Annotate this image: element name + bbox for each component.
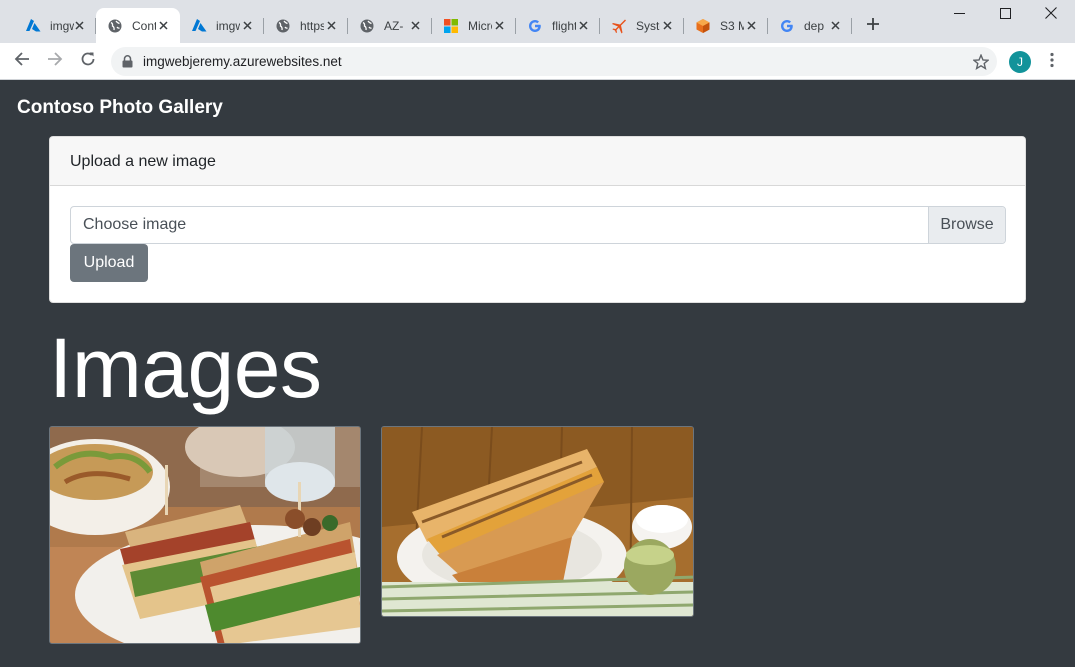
microsoft-icon [443, 18, 459, 34]
close-tab-icon[interactable] [660, 18, 674, 32]
gallery-image-1[interactable] [49, 426, 361, 644]
tab-title: Contoso Photo Gallery [132, 18, 156, 33]
tab-title: imgwebjeremy [216, 18, 240, 33]
plus-icon [866, 17, 880, 36]
browser-toolbar: imgwebjeremy.azurewebsites.net J [0, 43, 1075, 80]
close-tab-icon[interactable] [408, 18, 422, 32]
tab-title: System [636, 18, 660, 33]
azure-icon [191, 18, 207, 34]
globe-icon [275, 18, 291, 34]
tab-dep[interactable]: dep [768, 8, 852, 43]
new-tab-button[interactable] [862, 15, 884, 37]
tab-separator [851, 18, 852, 34]
lock-icon [120, 54, 134, 68]
choose-image-input[interactable]: Choose image Browse [70, 206, 1006, 244]
close-tab-icon[interactable] [156, 18, 170, 32]
close-window-button[interactable] [1028, 0, 1074, 30]
close-tab-icon[interactable] [744, 18, 758, 32]
arrow-right-icon [47, 51, 63, 72]
tab-title: dep [804, 18, 825, 33]
close-tab-icon[interactable] [828, 18, 842, 32]
tab-title: imgwebjeremy [50, 18, 74, 33]
azure-icon [25, 18, 41, 34]
more-vert-icon [1050, 52, 1054, 73]
tab-s3-manager[interactable]: S3 Manager [684, 8, 768, 43]
tab-imgwebjeremy-1[interactable]: imgwebjeremy [14, 8, 96, 43]
tab-title: AZ- [384, 18, 404, 33]
close-tab-icon[interactable] [240, 18, 254, 32]
upload-card: Upload a new image Choose image Browse U… [49, 136, 1026, 303]
file-input-placeholder: Choose image [83, 216, 187, 233]
google-icon [527, 18, 543, 34]
reload-icon [80, 51, 96, 72]
tab-contoso-photo-gallery[interactable]: Contoso Photo Gallery [96, 8, 180, 43]
google-icon [779, 18, 795, 34]
tab-system[interactable]: System [600, 8, 684, 43]
aws-s3-icon [695, 18, 711, 34]
bookmark-star-icon[interactable] [972, 53, 989, 70]
sandwich-photo-1 [50, 427, 360, 643]
forward-button[interactable] [43, 49, 67, 73]
tab-title: https:// [300, 18, 324, 33]
minimize-button[interactable] [936, 0, 982, 30]
minimize-icon [953, 6, 965, 24]
maximize-icon [999, 6, 1011, 24]
upload-card-header: Upload a new image [50, 137, 1025, 186]
tab-microsoft[interactable]: Microsoft [432, 8, 516, 43]
close-tab-icon[interactable] [576, 18, 590, 32]
close-tab-icon[interactable] [72, 18, 86, 32]
gallery-image-2[interactable] [381, 426, 694, 617]
browse-button[interactable]: Browse [928, 207, 1005, 243]
close-tab-icon[interactable] [492, 18, 506, 32]
reload-button[interactable] [76, 49, 100, 73]
browser-menu-button[interactable] [1043, 51, 1061, 73]
tab-title: S3 Manager [720, 18, 744, 33]
globe-icon [359, 18, 375, 34]
globe-icon [107, 18, 123, 34]
tab-flights[interactable]: flights [516, 8, 600, 43]
close-tab-icon[interactable] [324, 18, 338, 32]
upload-button[interactable]: Upload [70, 244, 148, 282]
site-brand[interactable]: Contoso Photo Gallery [17, 97, 223, 119]
tab-title: flights [552, 18, 576, 33]
arrow-left-icon [14, 51, 30, 72]
tab-https[interactable]: https:// [264, 8, 348, 43]
close-icon [1045, 6, 1057, 24]
profile-avatar[interactable]: J [1009, 51, 1031, 73]
tab-imgwebjeremy-2[interactable]: imgwebjeremy [180, 8, 264, 43]
tab-az[interactable]: AZ- [348, 8, 432, 43]
images-heading: Images [49, 321, 322, 415]
sandwich-photo-2 [382, 427, 693, 616]
back-button[interactable] [10, 49, 34, 73]
address-bar[interactable]: imgwebjeremy.azurewebsites.net [111, 47, 997, 76]
tab-strip: imgwebjeremy Contoso Photo Gallery imgwe… [0, 0, 1075, 43]
tab-title: Microsoft [468, 18, 492, 33]
url-text: imgwebjeremy.azurewebsites.net [143, 54, 342, 69]
plane-icon [611, 18, 627, 34]
maximize-button[interactable] [982, 0, 1028, 30]
